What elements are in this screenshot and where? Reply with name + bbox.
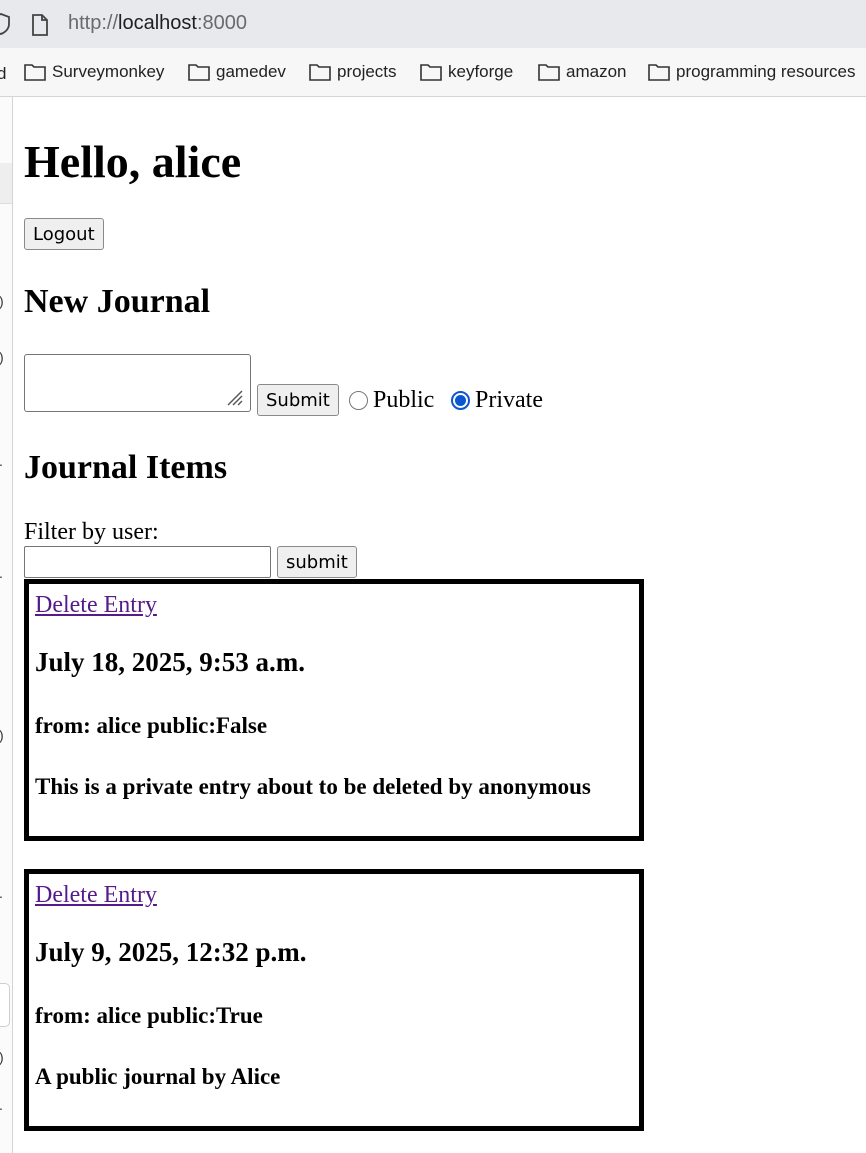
- bookmark-programming-resources[interactable]: programming resources: [648, 62, 856, 82]
- bookmark-label: programming resources: [676, 62, 856, 81]
- side-panel-card: [0, 983, 10, 1027]
- journal-textarea[interactable]: [24, 354, 251, 412]
- radio-public[interactable]: Public: [349, 387, 434, 414]
- bookmark-keyforge[interactable]: keyforge: [420, 62, 513, 82]
- url-port: :8000: [196, 12, 248, 34]
- filter-label: Filter by user:: [24, 519, 159, 545]
- entry-author: from: alice public:False: [35, 713, 268, 738]
- greeting-heading: Hello, alice: [24, 136, 242, 187]
- filter-user-input[interactable]: [24, 546, 271, 578]
- folder-icon: [24, 64, 46, 81]
- side-panel-mark: .: [0, 453, 3, 469]
- bookmark-surveymonkey[interactable]: Surveymonkey: [24, 62, 164, 82]
- side-panel: ) ) . . ) . ) .: [0, 97, 13, 1153]
- folder-icon: [188, 64, 210, 81]
- folder-icon: [309, 64, 331, 81]
- bookmark-amazon[interactable]: amazon: [538, 62, 626, 82]
- entry-text: This is a private entry about to be dele…: [35, 774, 591, 799]
- shield-icon[interactable]: [0, 13, 10, 40]
- bookmark-label: amazon: [566, 62, 627, 81]
- entry-text: A public journal by Alice: [35, 1064, 281, 1089]
- side-panel-band: [0, 163, 12, 204]
- journal-entry: Delete Entry July 18, 2025, 9:53 a.m. fr…: [24, 579, 644, 841]
- radio-public-label: Public: [373, 387, 435, 413]
- filter-submit-button[interactable]: submit: [277, 546, 357, 578]
- radio-private-label: Private: [475, 387, 543, 413]
- bookmark-label: projects: [337, 62, 397, 81]
- journal-entry: Delete Entry July 9, 2025, 12:32 p.m. fr…: [24, 869, 644, 1131]
- side-panel-mark: .: [0, 1097, 3, 1113]
- bookmark-label: keyforge: [448, 62, 514, 81]
- radio-private-circle[interactable]: [451, 391, 470, 410]
- bookmarks-bar: d Surveymonkey gamedev projects keyforge…: [0, 48, 866, 97]
- entry-date: July 9, 2025, 12:32 p.m.: [35, 937, 307, 967]
- logout-button[interactable]: Logout: [24, 218, 104, 250]
- bookmark-projects[interactable]: projects: [309, 62, 397, 82]
- side-panel-mark: ): [0, 727, 4, 743]
- bookmark-cut[interactable]: d: [0, 64, 6, 84]
- entry-date: July 18, 2025, 9:53 a.m.: [35, 647, 305, 677]
- bookmark-label: Surveymonkey: [52, 62, 165, 81]
- radio-private[interactable]: Private: [451, 387, 543, 414]
- url-scheme: http://: [68, 12, 119, 34]
- folder-icon: [538, 64, 560, 81]
- folder-icon: [420, 64, 442, 81]
- url-host: localhost: [118, 12, 197, 34]
- page-icon: [31, 14, 49, 41]
- radio-public-circle[interactable]: [349, 391, 368, 410]
- delete-entry-link[interactable]: Delete Entry: [35, 882, 157, 909]
- resize-grip-icon[interactable]: [224, 387, 244, 407]
- url-text[interactable]: http://localhost:8000: [68, 12, 247, 35]
- journal-items-heading: Journal Items: [24, 449, 228, 486]
- bookmark-label: gamedev: [216, 62, 286, 81]
- side-panel-mark: ): [0, 293, 4, 309]
- folder-icon: [648, 64, 670, 81]
- new-journal-heading: New Journal: [24, 283, 211, 320]
- bookmark-gamedev[interactable]: gamedev: [188, 62, 286, 82]
- side-panel-mark: ): [0, 1049, 4, 1065]
- delete-entry-link[interactable]: Delete Entry: [35, 592, 157, 619]
- submit-journal-button[interactable]: Submit: [257, 384, 339, 416]
- entry-author: from: alice public:True: [35, 1003, 263, 1028]
- side-panel-mark: .: [0, 565, 3, 581]
- address-bar[interactable]: http://localhost:8000: [0, 0, 866, 48]
- side-panel-mark: .: [0, 885, 3, 901]
- side-panel-mark: ): [0, 349, 4, 365]
